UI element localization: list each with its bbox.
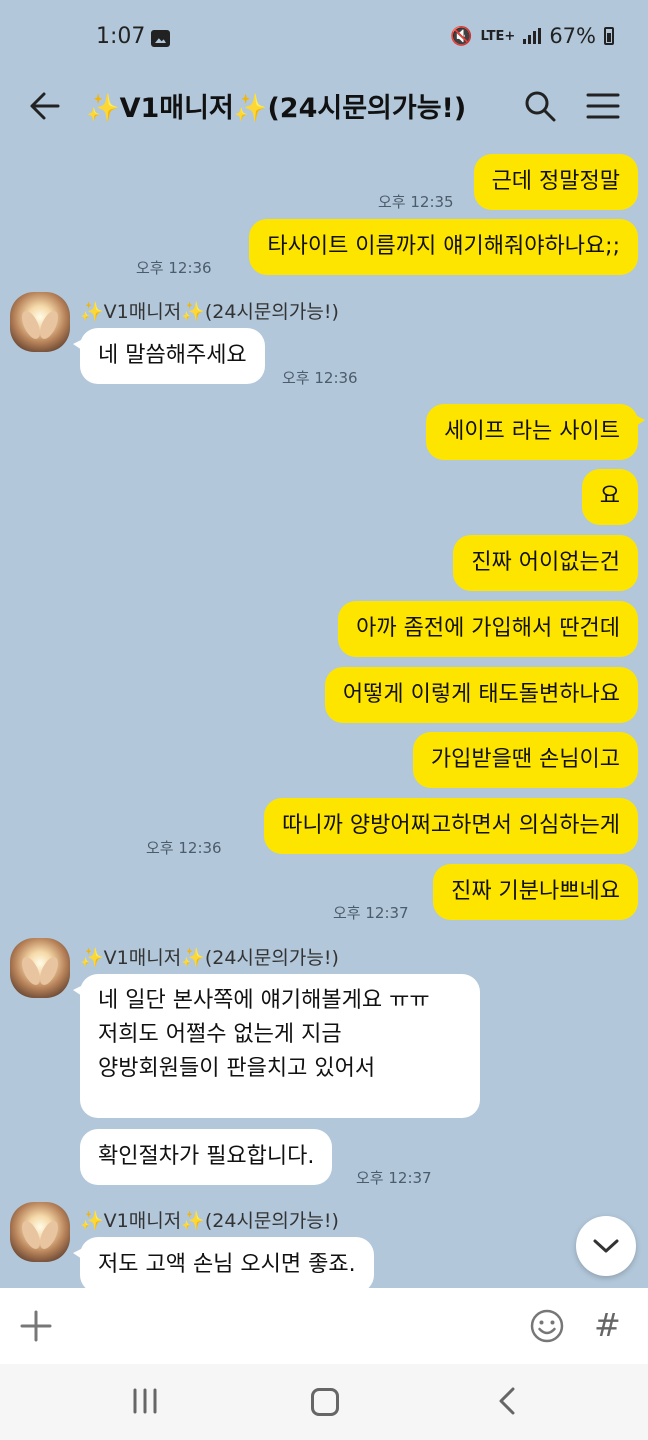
status-bar: 1:07 🔇 LTE+ 67% [0, 0, 648, 66]
menu-icon[interactable] [586, 92, 620, 120]
message-line: 저희도 어쩔수 없는게 지금 [98, 1022, 342, 1047]
contact-name: ✨V1매니저✨(24시문의가능!) [80, 301, 339, 323]
hashtag-search-icon[interactable]: # [594, 1306, 621, 1344]
search-icon[interactable] [524, 90, 556, 122]
message-line: 양방회원들이 판을치고 있어서 [98, 1056, 376, 1081]
their-message-bubble[interactable]: 네 말씀해주세요 [73, 328, 265, 384]
their-message-bubble[interactable]: 저도 고액 손님 오시면 좋죠. [73, 1237, 374, 1288]
message-time: 오후 12:37 [333, 904, 409, 922]
back-arrow-icon[interactable] [28, 88, 60, 124]
plus-icon[interactable] [20, 1310, 52, 1342]
contact-avatar[interactable] [10, 1202, 70, 1262]
emoji-icon[interactable] [529, 1308, 565, 1344]
my-message-bubble[interactable]: 가입받을땐 손님이고 [412, 732, 638, 788]
signal-icon [523, 28, 542, 44]
contact-name: ✨V1매니저✨(24시문의가능!) [80, 1210, 339, 1232]
chat-title: ✨V1매니저✨(24시문의가능!) [86, 93, 467, 124]
message-time: 오후 12:36 [146, 839, 222, 857]
battery-icon [604, 27, 614, 45]
system-navigation-bar [0, 1364, 648, 1440]
message-input-bar: # [0, 1288, 648, 1364]
their-message-bubble[interactable]: 확인절차가 필요합니다. [80, 1129, 333, 1185]
message-time: 오후 12:36 [282, 369, 358, 387]
message-line: 네 일단 본사쪽에 얘기해볼게요 ㅠㅠ [98, 988, 430, 1013]
their-message-bubble[interactable]: 네 일단 본사쪽에 얘기해볼게요 ㅠㅠ 저희도 어쩔수 없는게 지금 양방회원들… [73, 974, 480, 1118]
my-message-bubble[interactable]: 근데 정말정말 [473, 154, 638, 210]
message-time: 오후 12:37 [356, 1169, 432, 1187]
my-message-bubble[interactable]: 진짜 기분나쁘네요 [433, 864, 638, 920]
status-icons: 🔇 LTE+ 67% [450, 24, 614, 48]
my-message-bubble[interactable]: 세이프 라는 사이트 [426, 404, 645, 460]
chevron-down-icon [593, 1239, 619, 1253]
battery-percent: 67% [549, 24, 596, 48]
my-message-bubble[interactable]: 어떻게 이렇게 태도돌변하나요 [324, 667, 638, 723]
home-icon[interactable] [311, 1388, 339, 1416]
network-type: LTE+ [480, 28, 516, 44]
status-time: 1:07 [96, 24, 146, 49]
my-message-bubble[interactable]: 요 [581, 469, 638, 525]
chat-messages[interactable]: 오후 12:35 근데 정말정말 오후 12:36 타사이트 이름까지 얘기해줘… [0, 146, 648, 1288]
my-message-bubble[interactable]: 진짜 어이없는건 [453, 535, 638, 591]
chat-header: ✨V1매니저✨(24시문의가능!) [0, 66, 648, 146]
system-back-icon[interactable] [496, 1386, 518, 1416]
message-time: 오후 12:35 [378, 193, 454, 211]
contact-avatar[interactable] [10, 292, 70, 352]
contact-avatar[interactable] [10, 938, 70, 998]
my-message-bubble[interactable]: 따니까 양방어쩌고하면서 의심하는게 [264, 798, 638, 854]
my-message-bubble[interactable]: 아까 좀전에 가입해서 딴건데 [338, 601, 638, 657]
recent-apps-icon[interactable] [132, 1388, 158, 1414]
message-time: 오후 12:36 [136, 259, 212, 277]
gallery-notification-icon [151, 30, 170, 47]
scroll-to-bottom-button[interactable] [576, 1216, 636, 1276]
contact-name: ✨V1매니저✨(24시문의가능!) [80, 947, 339, 969]
mute-icon: 🔇 [450, 25, 473, 47]
my-message-bubble[interactable]: 타사이트 이름까지 얘기해줘야하나요;; [249, 219, 638, 275]
